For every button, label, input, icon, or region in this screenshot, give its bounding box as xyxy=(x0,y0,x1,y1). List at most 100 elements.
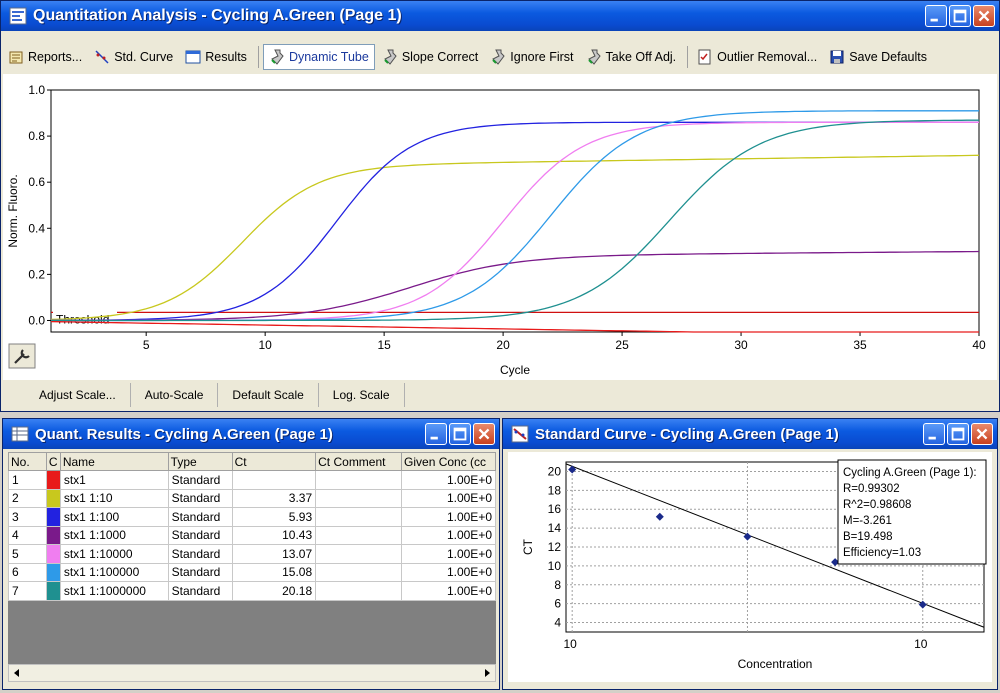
x-axis-label: Cycle xyxy=(500,363,530,377)
y-tick-label: 4 xyxy=(554,616,561,630)
cell-conc: 1.00E+0 xyxy=(401,562,496,582)
toolbar-results-button[interactable]: Results xyxy=(180,44,252,70)
cell-comment xyxy=(315,507,403,527)
cell-type: Standard xyxy=(167,470,233,490)
toolbar-label: Reports... xyxy=(28,50,83,64)
cell-comment xyxy=(315,581,403,601)
column-header[interactable]: Ct Comment xyxy=(315,452,403,471)
reports-icon xyxy=(9,51,23,64)
x-tick-label: 20 xyxy=(496,338,510,352)
maximize-button[interactable] xyxy=(949,5,971,27)
scroll-right-button[interactable] xyxy=(479,665,495,681)
cell-type: Standard xyxy=(167,581,233,601)
table-row[interactable]: 5 stx1 1:10000 Standard 13.07 1.00E+0 xyxy=(8,544,496,564)
y-axis-label: Norm. Fluoro. xyxy=(6,174,20,247)
curve-close-button[interactable] xyxy=(971,423,993,445)
table-row[interactable]: 6 stx1 1:100000 Standard 15.08 1.00E+0 xyxy=(8,562,496,582)
toolbar-outlier-removal-button[interactable]: Outlier Removal... xyxy=(692,44,822,70)
cell-name: stx1 1:10000 xyxy=(59,544,169,564)
cell-type: Standard xyxy=(167,507,233,527)
curve-minimize-button[interactable] xyxy=(923,423,945,445)
results-horizontal-scrollbar[interactable] xyxy=(8,664,496,682)
column-header[interactable]: Ct xyxy=(231,452,317,471)
table-row[interactable]: 3 stx1 1:100 Standard 5.93 1.00E+0 xyxy=(8,507,496,527)
color-swatch xyxy=(45,470,61,490)
toolbar-ignore-first-button[interactable]: Ignore First xyxy=(485,44,578,70)
table-row[interactable]: 2 stx1 1:10 Standard 3.37 1.00E+0 xyxy=(8,488,496,508)
column-header[interactable]: C xyxy=(45,452,61,471)
maximize-icon xyxy=(453,427,467,441)
cell-no: 3 xyxy=(8,507,47,527)
toolbar-label: Std. Curve xyxy=(114,50,174,64)
cell-ct: 20.18 xyxy=(231,581,317,601)
color-swatch xyxy=(45,544,61,564)
default-scale-button[interactable]: Default Scale xyxy=(218,383,319,407)
y-axis-label: CT xyxy=(521,538,535,555)
results-minimize-button[interactable] xyxy=(425,423,447,445)
table-row[interactable]: 4 stx1 1:1000 Standard 10.43 1.00E+0 xyxy=(8,525,496,545)
cell-ct: 5.93 xyxy=(231,507,317,527)
toolbar-reports-button[interactable]: Reports... xyxy=(3,44,87,70)
cell-comment xyxy=(315,488,403,508)
column-header[interactable]: Name xyxy=(59,452,169,471)
cell-ct: 13.07 xyxy=(231,544,317,564)
toolbar-std-curve-button[interactable]: Std. Curve xyxy=(89,44,178,70)
auto-scale-button[interactable]: Auto-Scale xyxy=(131,383,219,407)
x-tick-label: 35 xyxy=(853,338,867,352)
legend-line: Efficiency=1.03 xyxy=(843,547,921,559)
quantitation-window: Quantitation Analysis - Cycling A.Green … xyxy=(0,0,1000,412)
legend-line: R^2=0.98608 xyxy=(843,499,911,511)
toolbar-take-off-adj-button[interactable]: Take Off Adj. xyxy=(581,44,682,70)
cell-comment xyxy=(315,544,403,564)
cell-conc: 1.00E+0 xyxy=(401,544,496,564)
results-maximize-button[interactable] xyxy=(449,423,471,445)
cell-no: 7 xyxy=(8,581,47,601)
color-swatch xyxy=(45,525,61,545)
cell-conc: 1.00E+0 xyxy=(401,507,496,527)
outlier-icon xyxy=(698,49,711,65)
column-header[interactable]: Type xyxy=(167,452,233,471)
scroll-left-button[interactable] xyxy=(9,665,25,681)
y-tick-label: 0.2 xyxy=(28,267,45,281)
app-icon xyxy=(9,7,27,25)
legend-line: B=19.498 xyxy=(843,531,893,543)
color-swatch xyxy=(45,488,61,508)
tube-icon xyxy=(383,49,397,65)
save-icon xyxy=(830,50,844,64)
cell-type: Standard xyxy=(167,544,233,564)
close-button[interactable] xyxy=(973,5,995,27)
x-tick-label: 30 xyxy=(734,338,748,352)
cell-name: stx1 1:100 xyxy=(59,507,169,527)
table-row[interactable]: 7 stx1 1:1000000 Standard 20.18 1.00E+0 xyxy=(8,581,496,601)
toolbar-dynamic-tube-button[interactable]: Dynamic Tube xyxy=(262,44,375,70)
arrow-right-icon xyxy=(485,669,490,677)
tube-icon xyxy=(492,49,505,65)
quantitation-titlebar[interactable]: Quantitation Analysis - Cycling A.Green … xyxy=(1,1,999,31)
y-tick-label: 1.0 xyxy=(28,83,45,97)
toolbar-label: Ignore First xyxy=(510,50,574,64)
y-tick-label: 0.6 xyxy=(28,175,45,189)
curve-maximize-button[interactable] xyxy=(947,423,969,445)
toolbar-save-defaults-button[interactable]: Save Defaults xyxy=(824,44,932,70)
table-row[interactable]: 1 stx1 Standard 1.00E+0 xyxy=(8,470,496,490)
cell-ct: 15.08 xyxy=(231,562,317,582)
column-header[interactable]: No. xyxy=(8,452,47,471)
results-close-button[interactable] xyxy=(473,423,495,445)
y-tick-label: 6 xyxy=(554,597,561,611)
column-header[interactable]: Given Conc (cc xyxy=(401,452,496,471)
toolbar-slope-correct-button[interactable]: Slope Correct xyxy=(377,44,483,70)
adjust-scale-button[interactable]: Adjust Scale... xyxy=(3,383,131,407)
log-scale-button[interactable]: Log. Scale xyxy=(319,383,405,407)
y-tick-label: 14 xyxy=(548,521,562,535)
results-title: Quant. Results - Cycling A.Green (Page 1… xyxy=(35,425,333,443)
y-tick-label: 0.4 xyxy=(28,221,45,235)
x-tick-label: 10 xyxy=(258,338,272,352)
toolbar-separator xyxy=(257,46,259,68)
curve-titlebar[interactable]: Standard Curve - Cycling A.Green (Page 1… xyxy=(503,419,997,449)
minimize-button[interactable] xyxy=(925,5,947,27)
results-titlebar[interactable]: Quant. Results - Cycling A.Green (Page 1… xyxy=(3,419,499,449)
x-tick-label: 25 xyxy=(615,338,629,352)
cell-conc: 1.00E+0 xyxy=(401,525,496,545)
toolbar-label: Dynamic Tube xyxy=(288,50,369,64)
x-axis-label: Concentration xyxy=(738,657,813,671)
